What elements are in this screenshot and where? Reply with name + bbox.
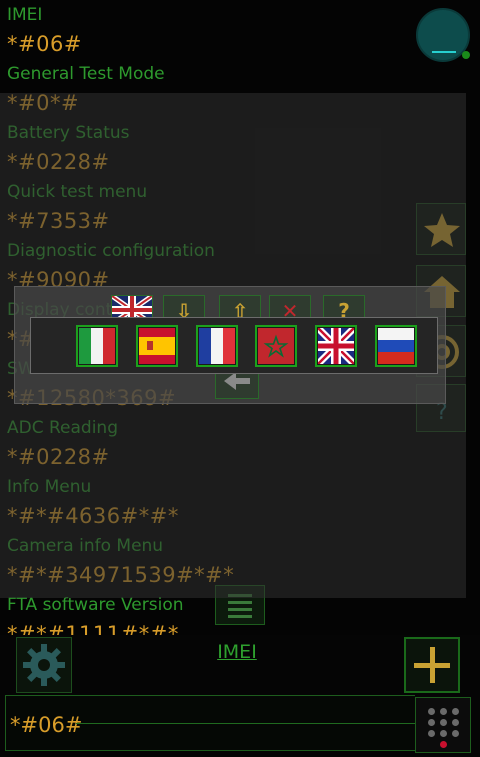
flag-italy-button[interactable] [76, 324, 118, 367]
code-input-area [5, 695, 416, 751]
flag-uk-button[interactable] [315, 324, 358, 367]
code-value[interactable]: *#06# [0, 29, 480, 59]
flag-spain-button[interactable] [135, 324, 178, 367]
dialpad-button[interactable] [415, 697, 471, 753]
add-button[interactable] [404, 637, 460, 693]
russia-flag-icon [377, 327, 414, 364]
input-underline [76, 723, 416, 724]
language-picker [30, 317, 438, 374]
flag-russia-button[interactable] [374, 324, 417, 367]
flag-france-button[interactable] [195, 324, 238, 367]
code-label[interactable]: IMEI [0, 0, 480, 29]
settings-button[interactable] [16, 637, 72, 693]
current-code-title: IMEI [217, 641, 257, 663]
code-label[interactable]: General Test Mode [0, 59, 480, 88]
code-input[interactable] [10, 710, 330, 740]
italy-flag-icon [79, 327, 115, 364]
uk-flag-icon [318, 327, 355, 364]
app-screen: IMEI*#06#General Test Mode*#0*#Battery S… [0, 0, 480, 757]
flag-morocco-button[interactable] [255, 324, 298, 367]
spain-flag-icon [138, 327, 175, 364]
status-dot [462, 51, 470, 59]
gear-icon [23, 644, 65, 686]
france-flag-icon [198, 327, 235, 364]
plus-icon [414, 647, 450, 683]
morocco-flag-icon [258, 327, 295, 364]
